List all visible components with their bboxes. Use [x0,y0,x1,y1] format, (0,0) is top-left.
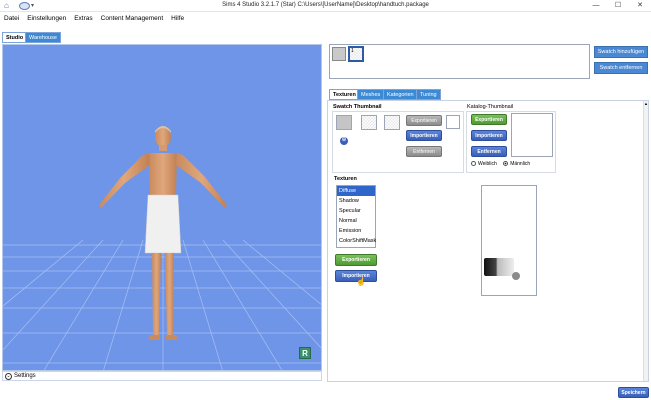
tab-studio[interactable]: Studio [2,32,28,43]
swatch-import-button[interactable]: Importieren [406,130,442,141]
tab-warehouse[interactable]: Warehouse [25,32,61,43]
texture-export-button[interactable]: Exportieren [335,254,377,266]
menu-einstellungen[interactable]: Einstellungen [23,13,70,24]
window-title: Sims 4 Studio 3.2.1.7 (Star) C:\Users\[U… [222,2,429,8]
title-bar: ⌂ ▾ Sims 4 Studio 3.2.1.7 (Star) C:\User… [0,0,651,12]
settings-bar[interactable]: ⌄ Settings [2,371,322,381]
catalog-remove-button[interactable]: Entfernen [471,146,507,157]
list-item[interactable]: Specular [337,206,375,216]
swatch-remove-button[interactable]: Entfernen [406,146,442,157]
radio-male-label[interactable]: Männlich [510,161,530,167]
settings-label[interactable]: Settings [14,373,36,379]
menu-bar: Datei Einstellungen Extras Content Manag… [0,13,651,24]
remove-swatch-button[interactable]: Swatch entfernen [594,62,648,74]
swatch-strip: 1 [329,44,590,79]
texture-preview-image [484,258,514,276]
list-item[interactable]: ColorShiftMask [337,236,376,246]
list-item[interactable]: Shadow [337,196,375,206]
grid-floor [3,239,321,370]
properties-panel: ▲ Swatch Thumbnail ⊕ Exportieren Importi… [327,100,649,382]
scroll-up-icon[interactable]: ▲ [644,101,648,106]
tab-tuning[interactable]: Tuning [416,89,441,100]
swatch-thumbnail-2[interactable] [361,115,377,130]
add-swatch-button[interactable]: Swatch hinzufügen [594,46,648,58]
textures-title: Texturen [334,176,357,182]
swatch-thumbnail-3[interactable] [384,115,400,130]
tab-meshes[interactable]: Meshes [357,89,385,100]
swatch-item-selected[interactable]: 1 [348,46,364,62]
texture-preview-dot [512,272,520,280]
swatch-thumbnail-title: Swatch Thumbnail [333,104,382,110]
catalog-thumbnail-preview[interactable] [511,113,553,157]
catalog-export-button[interactable]: Exportieren [471,114,507,125]
close-button[interactable]: ✕ [629,0,651,12]
chevron-down-icon[interactable]: ⌄ [5,373,12,380]
swatch-index-label: 1 [351,48,354,54]
list-item[interactable]: Emission [337,226,375,236]
radio-male[interactable] [503,161,509,167]
3d-viewport[interactable]: R [2,44,322,371]
add-icon[interactable]: ⊕ [340,137,348,145]
catalog-thumbnail-title: Katalog-Thumbnail [467,104,514,110]
radio-female-label[interactable]: Weiblich [478,161,497,167]
swatch-export-button[interactable]: Exportieren [406,115,442,126]
vertical-scrollbar[interactable]: ▲ [643,101,648,381]
list-item[interactable]: Diffuse [337,186,375,196]
mouse-cursor-icon: ☝ [356,277,366,286]
tab-kategorien[interactable]: Kategorien [383,89,418,100]
menu-content-management[interactable]: Content Management [97,13,168,24]
maximize-button[interactable]: ☐ [607,0,629,12]
menu-hilfe[interactable]: Hilfe [167,13,188,24]
radio-female[interactable] [471,161,476,167]
list-item[interactable]: Normal [337,216,375,226]
minimize-button[interactable]: — [585,0,607,12]
viewport-scene[interactable] [3,45,322,371]
swatch-color-box[interactable] [446,115,460,129]
render-badge[interactable]: R [299,347,311,359]
catalog-import-button[interactable]: Importieren [471,130,507,141]
swatch-thumbnail-1[interactable] [336,115,352,130]
texture-preview[interactable] [481,185,537,296]
menu-extras[interactable]: Extras [70,13,96,24]
gender-radio-group: Weiblich Männlich [471,161,530,167]
swatch-item[interactable] [332,47,346,61]
menu-datei[interactable]: Datei [0,13,23,24]
save-button[interactable]: Speichern [618,387,649,398]
textures-list[interactable]: Diffuse Shadow Specular Normal Emission … [336,185,376,248]
tab-texturen[interactable]: Texturen [329,89,360,100]
